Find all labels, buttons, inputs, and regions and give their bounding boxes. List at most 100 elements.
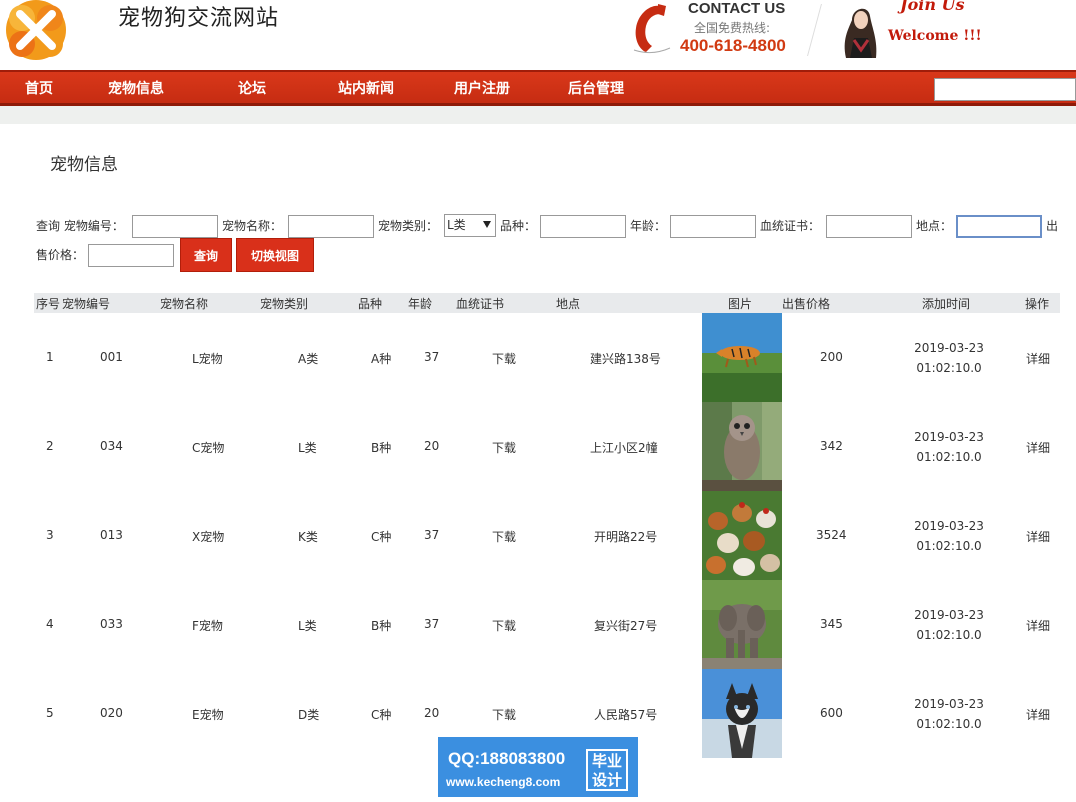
phone-icon <box>633 4 671 54</box>
detail-link[interactable]: 详细 <box>1026 617 1050 634</box>
cell-time: 01:02:10.0 <box>916 717 982 731</box>
owl-photo <box>702 402 782 491</box>
query-button[interactable]: 查询 <box>180 238 232 272</box>
cell-no: 3 <box>46 528 54 542</box>
cell-pet-name: L宠物 <box>192 352 223 366</box>
cell-category: L类 <box>298 619 317 633</box>
cell-breed: C种 <box>371 708 392 722</box>
age-input[interactable] <box>670 215 756 238</box>
cell-age: 20 <box>424 439 440 453</box>
site-logo[interactable] <box>2 0 70 60</box>
cell-price: 600 <box>820 706 843 720</box>
cell-no: 5 <box>46 706 54 720</box>
cell-location: 开明路22号 <box>594 530 658 544</box>
cell-breed: C种 <box>371 530 392 544</box>
th-pet-name: 宠物名称 <box>160 297 209 311</box>
cell-price: 3524 <box>816 528 847 542</box>
nav-item-home[interactable]: 首页 <box>25 78 53 98</box>
join-subtitle: Welcome !!! <box>888 28 982 44</box>
nav-item-pet-info[interactable]: 宠物信息 <box>108 78 164 98</box>
cell-added-time: 2019-03-23 01:02:10.0 <box>899 605 999 645</box>
cell-category: L类 <box>298 441 317 455</box>
pet-id-input[interactable] <box>132 215 218 238</box>
cell-location: 上江小区2幢 <box>590 441 658 455</box>
cell-no: 2 <box>46 439 54 453</box>
cell-date: 2019-03-23 <box>914 608 984 622</box>
watermark-url: www.kecheng8.com <box>446 775 561 789</box>
cell-date: 2019-03-23 <box>914 519 984 533</box>
pedigree-download-link[interactable]: 下载 <box>492 617 516 634</box>
join-title: Join Us <box>900 0 965 14</box>
cell-added-time: 2019-03-23 01:02:10.0 <box>899 694 999 734</box>
pedigree-download-link[interactable]: 下载 <box>492 350 516 367</box>
cell-time: 01:02:10.0 <box>916 450 982 464</box>
cell-added-time: 2019-03-23 01:02:10.0 <box>899 427 999 467</box>
cell-age: 37 <box>424 617 440 631</box>
pedigree-download-link[interactable]: 下载 <box>492 706 516 723</box>
th-price: 出售价格 <box>782 297 831 311</box>
pedigree-input[interactable] <box>826 215 912 238</box>
th-photo: 图片 <box>728 297 753 311</box>
cell-location: 人民路57号 <box>594 708 658 722</box>
cell-age: 37 <box>424 528 440 542</box>
table-row: 3 013 X宠物 K类 C种 37 下载 开明路22号 3524 2019-0… <box>34 491 1060 580</box>
cell-location: 复兴街27号 <box>594 619 658 633</box>
cell-pet-id: 034 <box>100 439 123 453</box>
tiger-photo <box>702 313 782 402</box>
cell-date: 2019-03-23 <box>914 341 984 355</box>
table-row: 2 034 C宠物 L类 B种 20 下载 上江小区2幢 342 2019-03… <box>34 402 1060 491</box>
cell-age: 37 <box>424 350 440 364</box>
th-no: 序号 <box>36 297 61 311</box>
cell-time: 01:02:10.0 <box>916 361 982 375</box>
cell-location: 建兴路138号 <box>590 352 661 366</box>
cell-breed: B种 <box>371 619 392 633</box>
cell-no: 4 <box>46 617 54 631</box>
cell-category: A类 <box>298 352 319 366</box>
header-divider <box>807 4 822 56</box>
watermark-badge-line2: 设计 <box>591 771 622 789</box>
contact-subtitle: 全国免费热线: <box>694 21 771 35</box>
label-location: 地点： <box>916 219 953 233</box>
cell-breed: B种 <box>371 441 392 455</box>
cell-no: 1 <box>46 350 54 364</box>
chickens-photo <box>702 491 782 580</box>
th-location: 地点 <box>556 297 581 311</box>
switch-view-button[interactable]: 切换视图 <box>236 238 314 272</box>
cell-pet-id: 033 <box>100 617 123 631</box>
category-select-value: L类 <box>447 218 466 232</box>
detail-link[interactable]: 详细 <box>1026 439 1050 456</box>
pedigree-download-link[interactable]: 下载 <box>492 439 516 456</box>
cell-age: 20 <box>424 706 440 720</box>
nav-item-admin[interactable]: 后台管理 <box>568 78 624 98</box>
watermark-banner: QQ:188083800 www.kecheng8.com 毕业 设计 <box>438 737 638 797</box>
label-pedigree: 血统证书： <box>760 219 821 233</box>
cell-pet-name: F宠物 <box>192 619 223 633</box>
nav-item-forum[interactable]: 论坛 <box>238 78 266 98</box>
cell-price: 342 <box>820 439 843 453</box>
cell-category: K类 <box>298 530 318 544</box>
cell-added-time: 2019-03-23 01:02:10.0 <box>899 338 999 378</box>
cell-time: 01:02:10.0 <box>916 539 982 553</box>
contact-title: CONTACT US <box>688 0 786 17</box>
pet-name-input[interactable] <box>288 215 374 238</box>
cell-pet-name: C宠物 <box>192 441 225 455</box>
location-input[interactable] <box>956 215 1042 238</box>
detail-link[interactable]: 详细 <box>1026 706 1050 723</box>
label-age: 年龄： <box>630 219 667 233</box>
cell-price: 345 <box>820 617 843 631</box>
price-input[interactable] <box>88 244 174 267</box>
pedigree-download-link[interactable]: 下载 <box>492 528 516 545</box>
category-select[interactable]: L类 <box>444 214 496 237</box>
nav-item-news[interactable]: 站内新闻 <box>338 78 394 98</box>
nav-search-input[interactable] <box>934 78 1076 101</box>
breed-input[interactable] <box>540 215 626 238</box>
nav-spacer <box>0 106 1076 124</box>
dropdown-arrow-icon <box>483 221 491 228</box>
nav-item-register[interactable]: 用户注册 <box>454 78 510 98</box>
cell-time: 01:02:10.0 <box>916 628 982 642</box>
detail-link[interactable]: 详细 <box>1026 350 1050 367</box>
join-block: Join Us Welcome !!! <box>830 0 990 60</box>
detail-link[interactable]: 详细 <box>1026 528 1050 545</box>
th-pedigree: 血统证书 <box>456 297 505 311</box>
watermark-badge: 毕业 设计 <box>586 749 628 791</box>
